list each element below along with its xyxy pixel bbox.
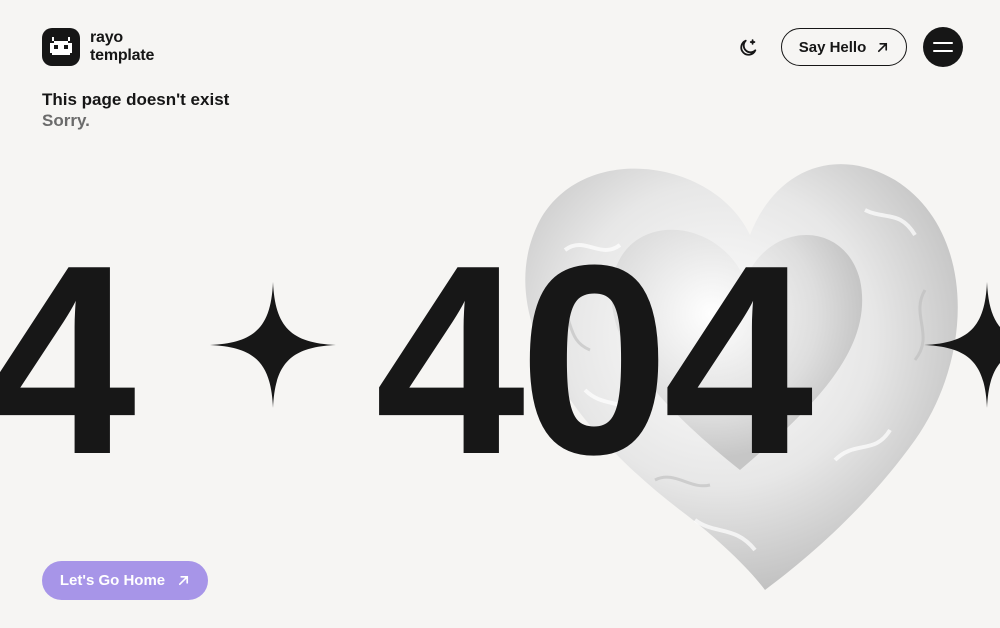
say-hello-button[interactable]: Say Hello <box>781 28 907 66</box>
error-subtitle: Sorry. <box>42 111 90 130</box>
arrow-up-right-icon <box>179 575 189 586</box>
four-point-star-icon <box>924 282 1000 408</box>
error-title: This page doesn't exist <box>42 90 230 109</box>
four-point-star-icon <box>210 282 336 408</box>
go-home-button[interactable]: Let's Go Home <box>42 561 208 600</box>
partial-digit: 4 <box>0 210 136 511</box>
menu-button[interactable] <box>923 27 963 67</box>
say-hello-label: Say Hello <box>798 38 867 56</box>
error-code: 404 <box>375 210 813 511</box>
brand-line-1: rayo <box>90 29 123 46</box>
go-home-label: Let's Go Home <box>59 572 166 589</box>
hamburger-menu-icon <box>933 42 953 52</box>
brand-logo[interactable]: rayo template <box>42 28 154 66</box>
brand-line-2: template <box>90 47 155 64</box>
pixel-cat-icon <box>42 28 80 66</box>
error-message: This page doesn't exist Sorry. <box>42 89 229 131</box>
theme-toggle-button[interactable] <box>734 34 762 62</box>
arrow-up-right-icon <box>878 42 888 52</box>
brand-name: rayo template <box>90 29 154 65</box>
moon-sparkle-icon <box>740 39 757 56</box>
